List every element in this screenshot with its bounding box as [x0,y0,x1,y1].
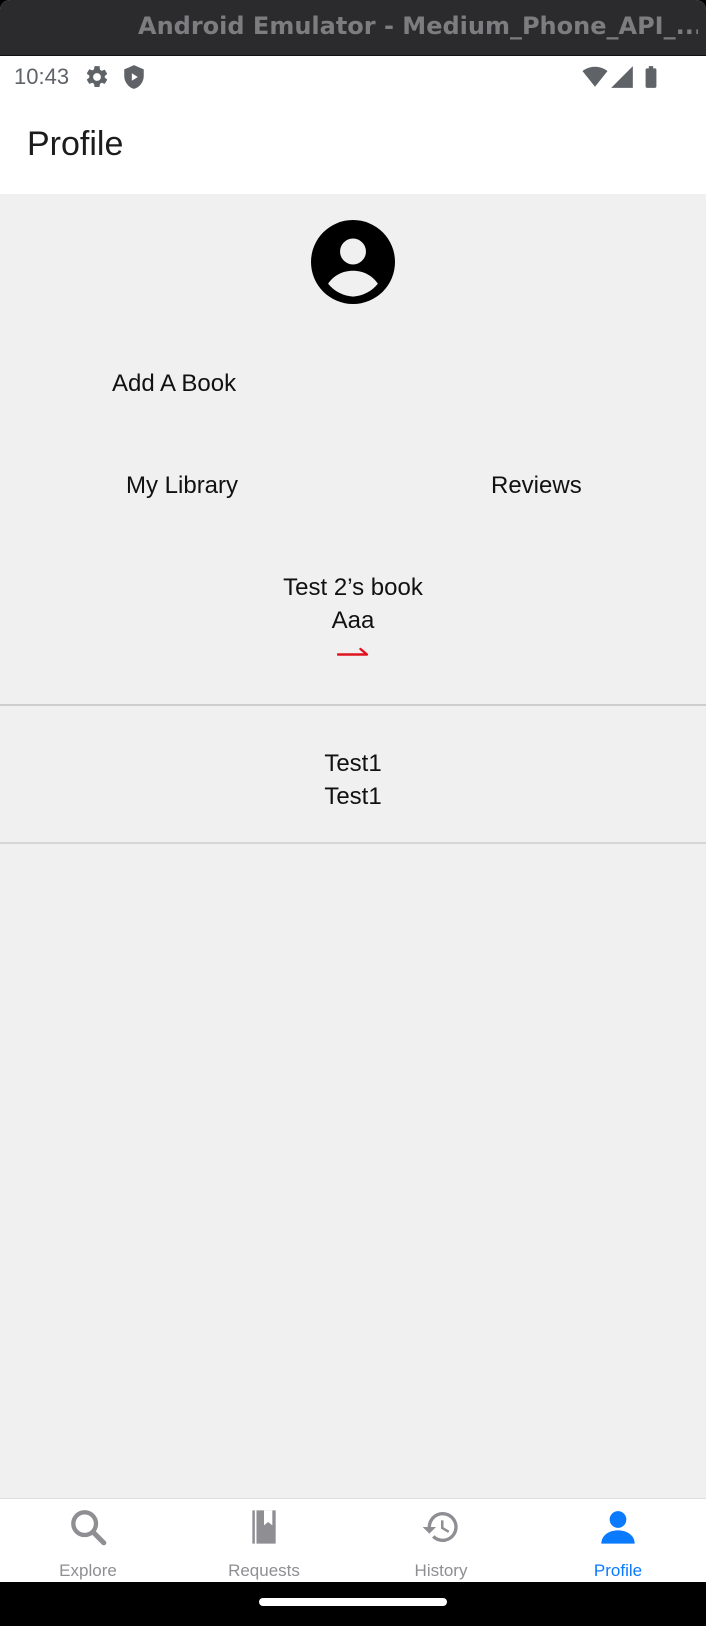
status-time: 10:43 [14,64,70,89]
app-bar: Profile [0,98,706,194]
emulator-frame: Android Emulator - Medium_Phone_API_... … [0,0,706,1626]
shield-icon [124,65,144,89]
system-navigation-bar [0,1582,706,1626]
tab-requests[interactable]: Requests [176,1499,352,1583]
tab-profile[interactable]: Profile [530,1499,706,1583]
review-list-item[interactable]: Test1 Test1 [0,706,706,844]
history-icon [422,1512,458,1542]
library-list-item[interactable]: Test 2’s book Aaa [0,562,706,706]
profile-content[interactable]: Add A Book My Library Reviews Test 2’s b… [0,194,706,1498]
gear-icon [86,66,108,87]
battery-icon [645,66,657,88]
account-circle-icon [311,220,395,304]
tab-history[interactable]: History [353,1499,529,1583]
review-text-line: Test1 [324,750,382,777]
person-icon [601,1511,635,1544]
book-title: Test 2’s book [283,574,423,601]
status-bar: 10:43 [0,56,706,98]
reviews-button[interactable]: Reviews [491,472,582,500]
book-icon [252,1510,276,1544]
tab-label: Requests [228,1561,300,1580]
signal-icon [611,66,633,88]
add-book-button[interactable]: Add A Book [112,370,236,398]
tab-label: History [414,1561,468,1580]
bottom-tab-bar: Explore Requests History Profile [0,1498,706,1582]
wifi-icon [582,66,608,87]
tab-explore[interactable]: Explore [0,1499,176,1583]
emulator-title-bar[interactable]: Android Emulator - Medium_Phone_API_... [0,0,706,56]
gesture-handle[interactable] [259,1598,447,1606]
page-title: Profile [27,125,124,163]
review-text-line: Test1 [324,783,382,810]
search-icon [71,1510,107,1546]
tab-label: Explore [59,1561,117,1580]
emulator-window-title: Android Emulator - Medium_Phone_API_... [138,12,698,40]
book-author: Aaa [331,607,375,634]
arrow-right-icon[interactable] [337,644,369,660]
my-library-button[interactable]: My Library [126,472,238,500]
tab-label: Profile [593,1561,643,1580]
